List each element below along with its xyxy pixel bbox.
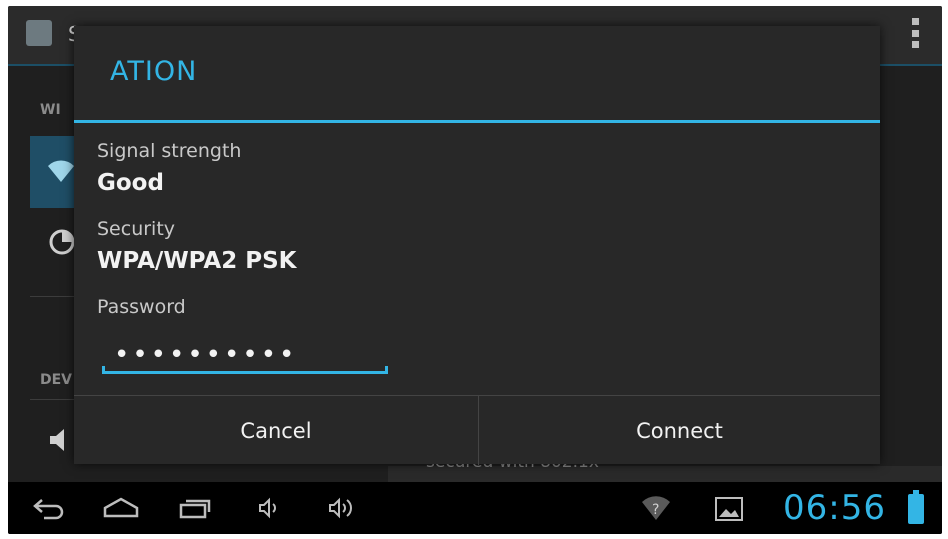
wifi-icon	[46, 156, 76, 191]
home-icon[interactable]	[102, 496, 140, 524]
dialog-title-divider	[74, 120, 880, 123]
wifi-connect-dialog: ATION Signal strength Good Security WPA/…	[74, 26, 880, 465]
svg-text:?: ?	[652, 502, 659, 518]
signal-strength-label: Signal strength	[97, 140, 242, 162]
recents-icon[interactable]	[178, 496, 212, 524]
back-icon[interactable]	[32, 496, 66, 524]
password-input[interactable]: ••••••••••	[102, 334, 388, 374]
dialog-button-bar: Cancel Connect	[74, 395, 880, 465]
device-screen: Se WI DEV secured with 802.1x ATION Sign…	[8, 6, 942, 534]
settings-app-icon	[26, 20, 52, 46]
password-masked-value: ••••••••••	[114, 340, 298, 370]
sound-icon[interactable]	[48, 426, 72, 461]
password-label: Password	[97, 296, 186, 318]
gallery-notification-icon	[714, 496, 744, 526]
volume-up-icon[interactable]	[328, 496, 358, 524]
overflow-menu-icon[interactable]	[912, 18, 920, 48]
password-input-underline	[102, 366, 388, 374]
system-bar: ? 06:56	[8, 482, 942, 534]
status-clock: 06:56	[783, 488, 886, 528]
wifi-signal-icon: ?	[640, 492, 672, 526]
security-value: WPA/WPA2 PSK	[97, 248, 297, 274]
battery-icon	[908, 490, 924, 524]
volume-down-icon[interactable]	[258, 496, 280, 524]
signal-strength-value: Good	[97, 170, 164, 196]
dialog-title: ATION	[110, 56, 198, 87]
section-header-wireless: WI	[40, 102, 61, 118]
section-header-device: DEV	[40, 372, 73, 388]
cancel-button[interactable]: Cancel	[74, 396, 478, 465]
security-label: Security	[97, 218, 176, 240]
data-usage-icon[interactable]	[48, 228, 76, 263]
connect-button[interactable]: Connect	[479, 396, 880, 465]
